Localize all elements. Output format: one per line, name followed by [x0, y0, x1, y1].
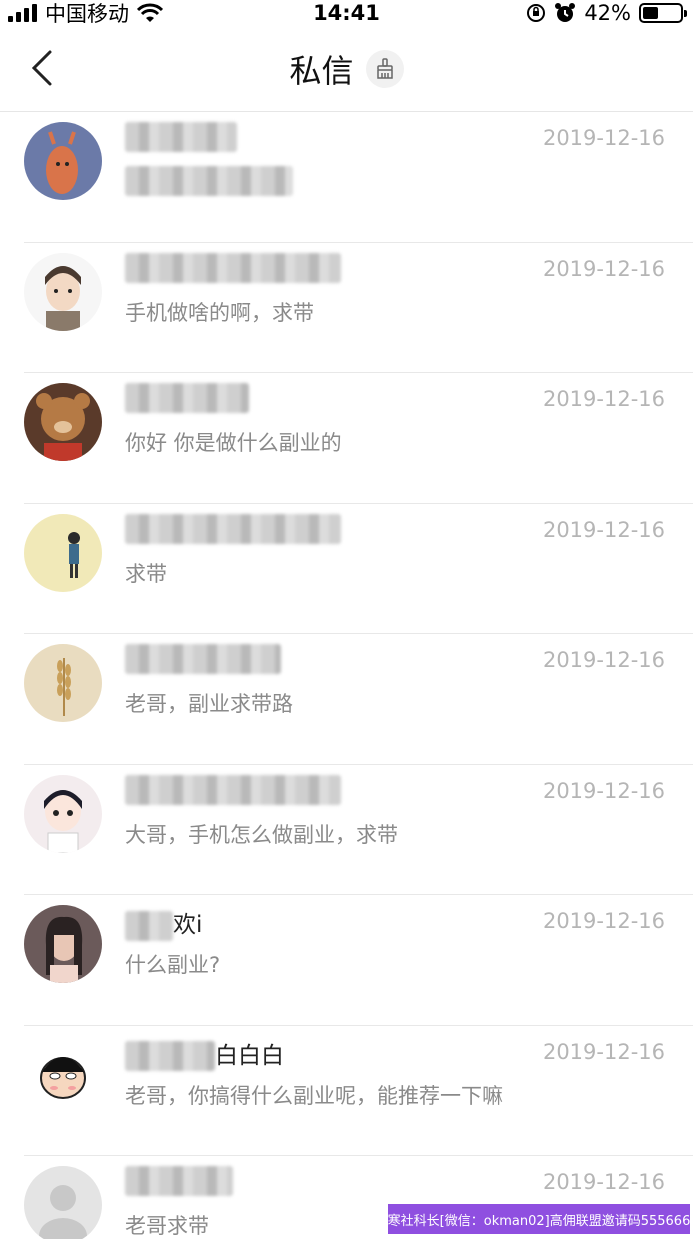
- avatar: [24, 252, 102, 331]
- contact-name: 白白白: [125, 1036, 284, 1071]
- avatar: [24, 513, 102, 592]
- message-preview: 老哥，你搞得什么副业呢，能推荐一下嘛: [125, 1083, 503, 1108]
- conversation-row[interactable]: 2019-12-16: [0, 112, 693, 243]
- message-date: 2019-12-16: [542, 1170, 665, 1194]
- avatar: [24, 644, 102, 722]
- contact-name: [125, 252, 341, 283]
- message-date: 2019-12-16: [542, 1039, 665, 1064]
- message-preview: 大哥，手机怎么做副业，求带: [125, 822, 398, 847]
- contact-name: [125, 513, 341, 544]
- watermark-banner: 寒社科长[微信：okman02]高佣联盟邀请码555666: [388, 1204, 690, 1234]
- message-date: 2019-12-16: [542, 256, 665, 281]
- avatar: [24, 1035, 102, 1114]
- message-preview: 手机做啥的啊，求带: [125, 300, 314, 325]
- message-date: 2019-12-16: [542, 126, 665, 150]
- contact-name-text: 欢i: [173, 912, 203, 938]
- message-date: 2019-12-16: [542, 387, 665, 411]
- rotation-lock-icon: [527, 4, 546, 22]
- alarm-icon: [555, 3, 576, 22]
- page-title: 私信: [289, 51, 354, 90]
- nav-bar: 私信: [0, 26, 693, 112]
- contact-name: [125, 122, 237, 152]
- message-preview: 什么副业?: [125, 953, 221, 977]
- message-preview: [125, 166, 293, 196]
- conversation-row[interactable]: 2019-12-16 求带: [0, 504, 693, 635]
- conversation-row[interactable]: 白白白 2019-12-16 老哥，你搞得什么副业呢，能推荐一下嘛: [0, 1026, 693, 1157]
- conversation-row[interactable]: 2019-12-16 你好 你是做什么副业的: [0, 373, 693, 504]
- message-date: 2019-12-16: [542, 517, 665, 542]
- conversation-row[interactable]: 2019-12-16 大哥，手机怎么做副业，求带: [0, 765, 693, 896]
- conversation-list: 2019-12-16 2019-12-16 手机做啥的啊，求带 2019-12-…: [0, 112, 693, 1239]
- message-preview: 你好 你是做什么副业的: [125, 431, 342, 455]
- battery-icon: [639, 3, 687, 23]
- contact-name: [125, 383, 249, 413]
- clear-messages-button[interactable]: [365, 49, 404, 88]
- message-date: 2019-12-16: [542, 909, 665, 933]
- contact-name: [125, 774, 341, 805]
- avatar: [24, 905, 102, 983]
- message-date: 2019-12-16: [542, 648, 665, 672]
- message-date: 2019-12-16: [542, 778, 665, 803]
- status-bar: 中国移动 14:41 42%: [0, 0, 693, 26]
- contact-name: [125, 1166, 233, 1196]
- conversation-row[interactable]: 欢i 2019-12-16 什么副业?: [0, 895, 693, 1026]
- message-preview: 求带: [125, 561, 167, 586]
- avatar: [24, 122, 102, 200]
- battery-percent: 42%: [584, 1, 631, 25]
- message-preview: 老哥求带: [125, 1214, 209, 1238]
- contact-name-text: 白白白: [215, 1042, 284, 1069]
- avatar: [24, 383, 102, 461]
- contact-name: 欢i: [125, 905, 202, 941]
- message-preview: 老哥，副业求带路: [125, 692, 293, 716]
- avatar: [24, 774, 102, 853]
- conversation-row[interactable]: 2019-12-16 老哥，副业求带路: [0, 634, 693, 765]
- contact-name: [125, 644, 281, 674]
- avatar: [24, 1166, 102, 1239]
- broom-icon: [376, 57, 393, 79]
- conversation-row[interactable]: 2019-12-16 手机做啥的啊，求带: [0, 243, 693, 374]
